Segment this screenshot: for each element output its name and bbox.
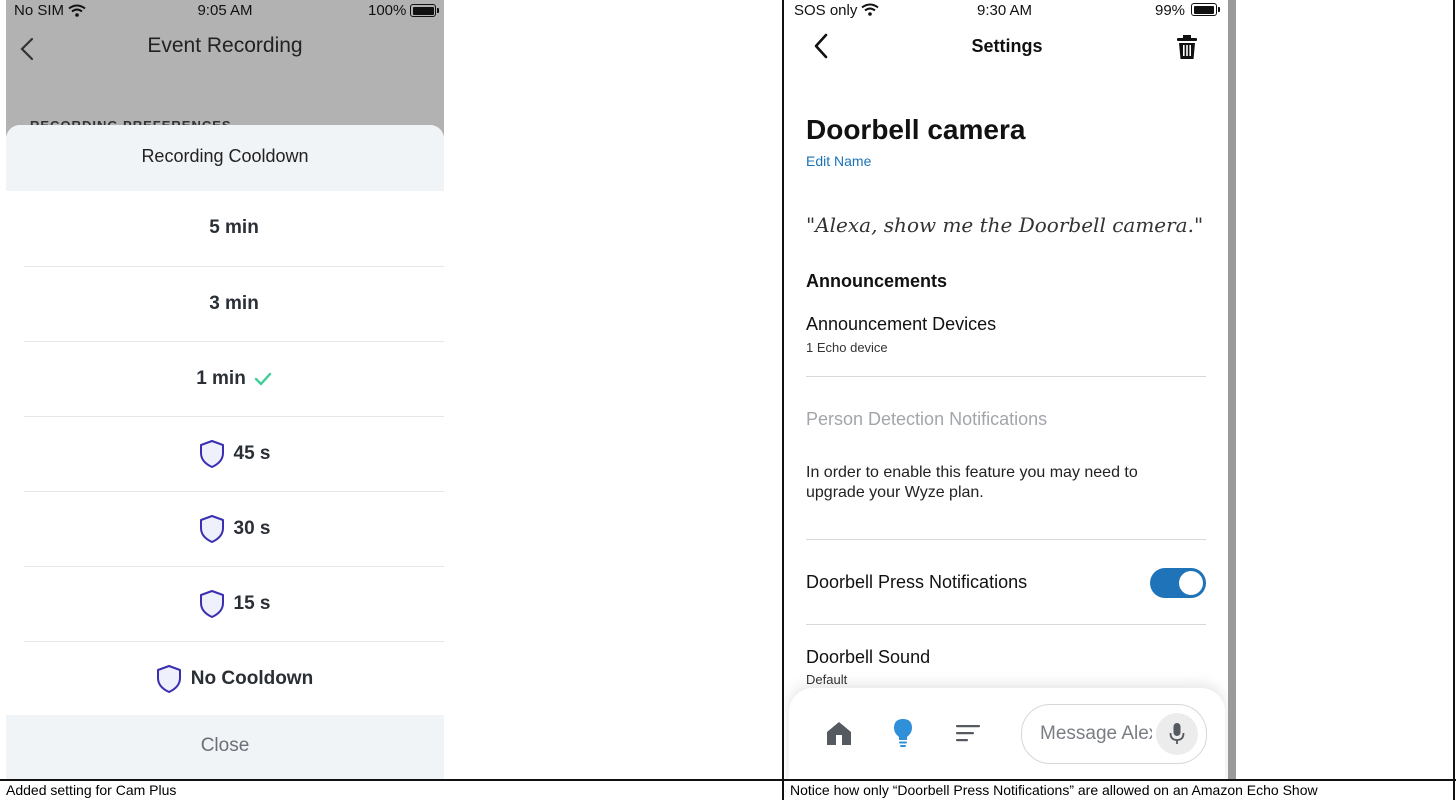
- status-battery-percent: 100%: [368, 2, 407, 19]
- message-alexa-input[interactable]: Message Alexa: [1021, 704, 1207, 764]
- right-phone-screen: SOS only 9:30 AM 99% Settings Doorbell c…: [785, 0, 1229, 779]
- left-caption: Added setting for Cam Plus: [6, 782, 177, 798]
- option-label: 45 s: [233, 443, 271, 464]
- table-divider-vertical: [782, 0, 784, 800]
- announcements-heading: Announcements: [806, 271, 948, 291]
- mic-button[interactable]: [1156, 713, 1198, 755]
- cam-plus-shield-icon: [156, 665, 181, 693]
- status-time: 9:30 AM: [977, 2, 1033, 19]
- option-15-s[interactable]: 15 s: [24, 566, 444, 641]
- message-placeholder: Message Alexa: [1040, 723, 1152, 744]
- option-45-s[interactable]: 45 s: [24, 416, 444, 491]
- microphone-icon: [1169, 723, 1185, 744]
- scrollbar[interactable]: [1228, 0, 1236, 779]
- edit-name-link[interactable]: Edit Name: [806, 153, 871, 169]
- option-1-min[interactable]: 1 min: [24, 341, 444, 416]
- doorbell-press-label: Doorbell Press Notifications: [806, 572, 1028, 592]
- cooldown-sheet: Recording Cooldown 5 min 3 min 1 min 45 …: [6, 125, 444, 779]
- alexa-phrase: "Alexa, show me the Doorbell camera.": [806, 213, 1204, 237]
- cam-plus-shield-icon: [199, 590, 224, 618]
- option-3-min[interactable]: 3 min: [24, 266, 444, 341]
- option-5-min[interactable]: 5 min: [24, 191, 444, 265]
- right-caption: Notice how only “Doorbell Press Notifica…: [790, 782, 1318, 798]
- menu-list-icon[interactable]: [956, 724, 980, 742]
- announcement-devices-label: Announcement Devices: [806, 314, 997, 334]
- page-title: Settings: [971, 36, 1043, 56]
- table-divider-horizontal: [0, 779, 1456, 781]
- page-title: Event Recording: [147, 34, 303, 57]
- announcement-devices-count: 1 Echo device: [806, 340, 888, 355]
- battery-icon: [1191, 3, 1220, 16]
- option-label: 3 min: [209, 293, 259, 314]
- checkmark-icon: [254, 372, 272, 386]
- close-button[interactable]: Close: [6, 715, 444, 779]
- option-30-s[interactable]: 30 s: [24, 491, 444, 566]
- table-border-right: [1453, 0, 1455, 800]
- option-label: No Cooldown: [190, 668, 314, 689]
- doorbell-sound-label: Doorbell Sound: [806, 647, 931, 667]
- wifi-icon: [861, 3, 879, 16]
- sheet-title: Recording Cooldown: [141, 146, 309, 166]
- toggle-knob: [1179, 571, 1203, 595]
- device-name: Doorbell camera: [806, 114, 1026, 145]
- option-no-cooldown[interactable]: No Cooldown: [24, 641, 444, 716]
- option-label: 5 min: [209, 217, 259, 238]
- upgrade-note: In order to enable this feature you may …: [806, 464, 1138, 501]
- divider: [806, 624, 1206, 625]
- home-icon[interactable]: [825, 720, 853, 746]
- cam-plus-shield-icon: [199, 515, 224, 543]
- bottom-tab-bar: Message Alexa: [789, 688, 1225, 779]
- trash-icon[interactable]: [1176, 34, 1198, 60]
- option-label: 1 min: [196, 368, 246, 389]
- left-phone-screen: No SIM 9:05 AM 100% Event Recording RECO…: [6, 0, 444, 779]
- battery-icon: [410, 4, 439, 17]
- status-battery-percent: 99%: [1155, 2, 1186, 19]
- divider: [806, 539, 1206, 540]
- option-label: 15 s: [233, 593, 271, 614]
- close-label: Close: [200, 735, 250, 756]
- sheet-header: Recording Cooldown: [6, 125, 444, 191]
- divider: [806, 376, 1206, 377]
- devices-bulb-icon[interactable]: [893, 718, 913, 748]
- doorbell-sound-value: Default: [806, 672, 848, 687]
- doorbell-press-toggle[interactable]: [1150, 568, 1206, 598]
- status-carrier: SOS only: [794, 2, 858, 19]
- cam-plus-shield-icon: [199, 440, 224, 468]
- option-label: 30 s: [233, 518, 271, 539]
- person-detection-label: Person Detection Notifications: [806, 409, 1048, 429]
